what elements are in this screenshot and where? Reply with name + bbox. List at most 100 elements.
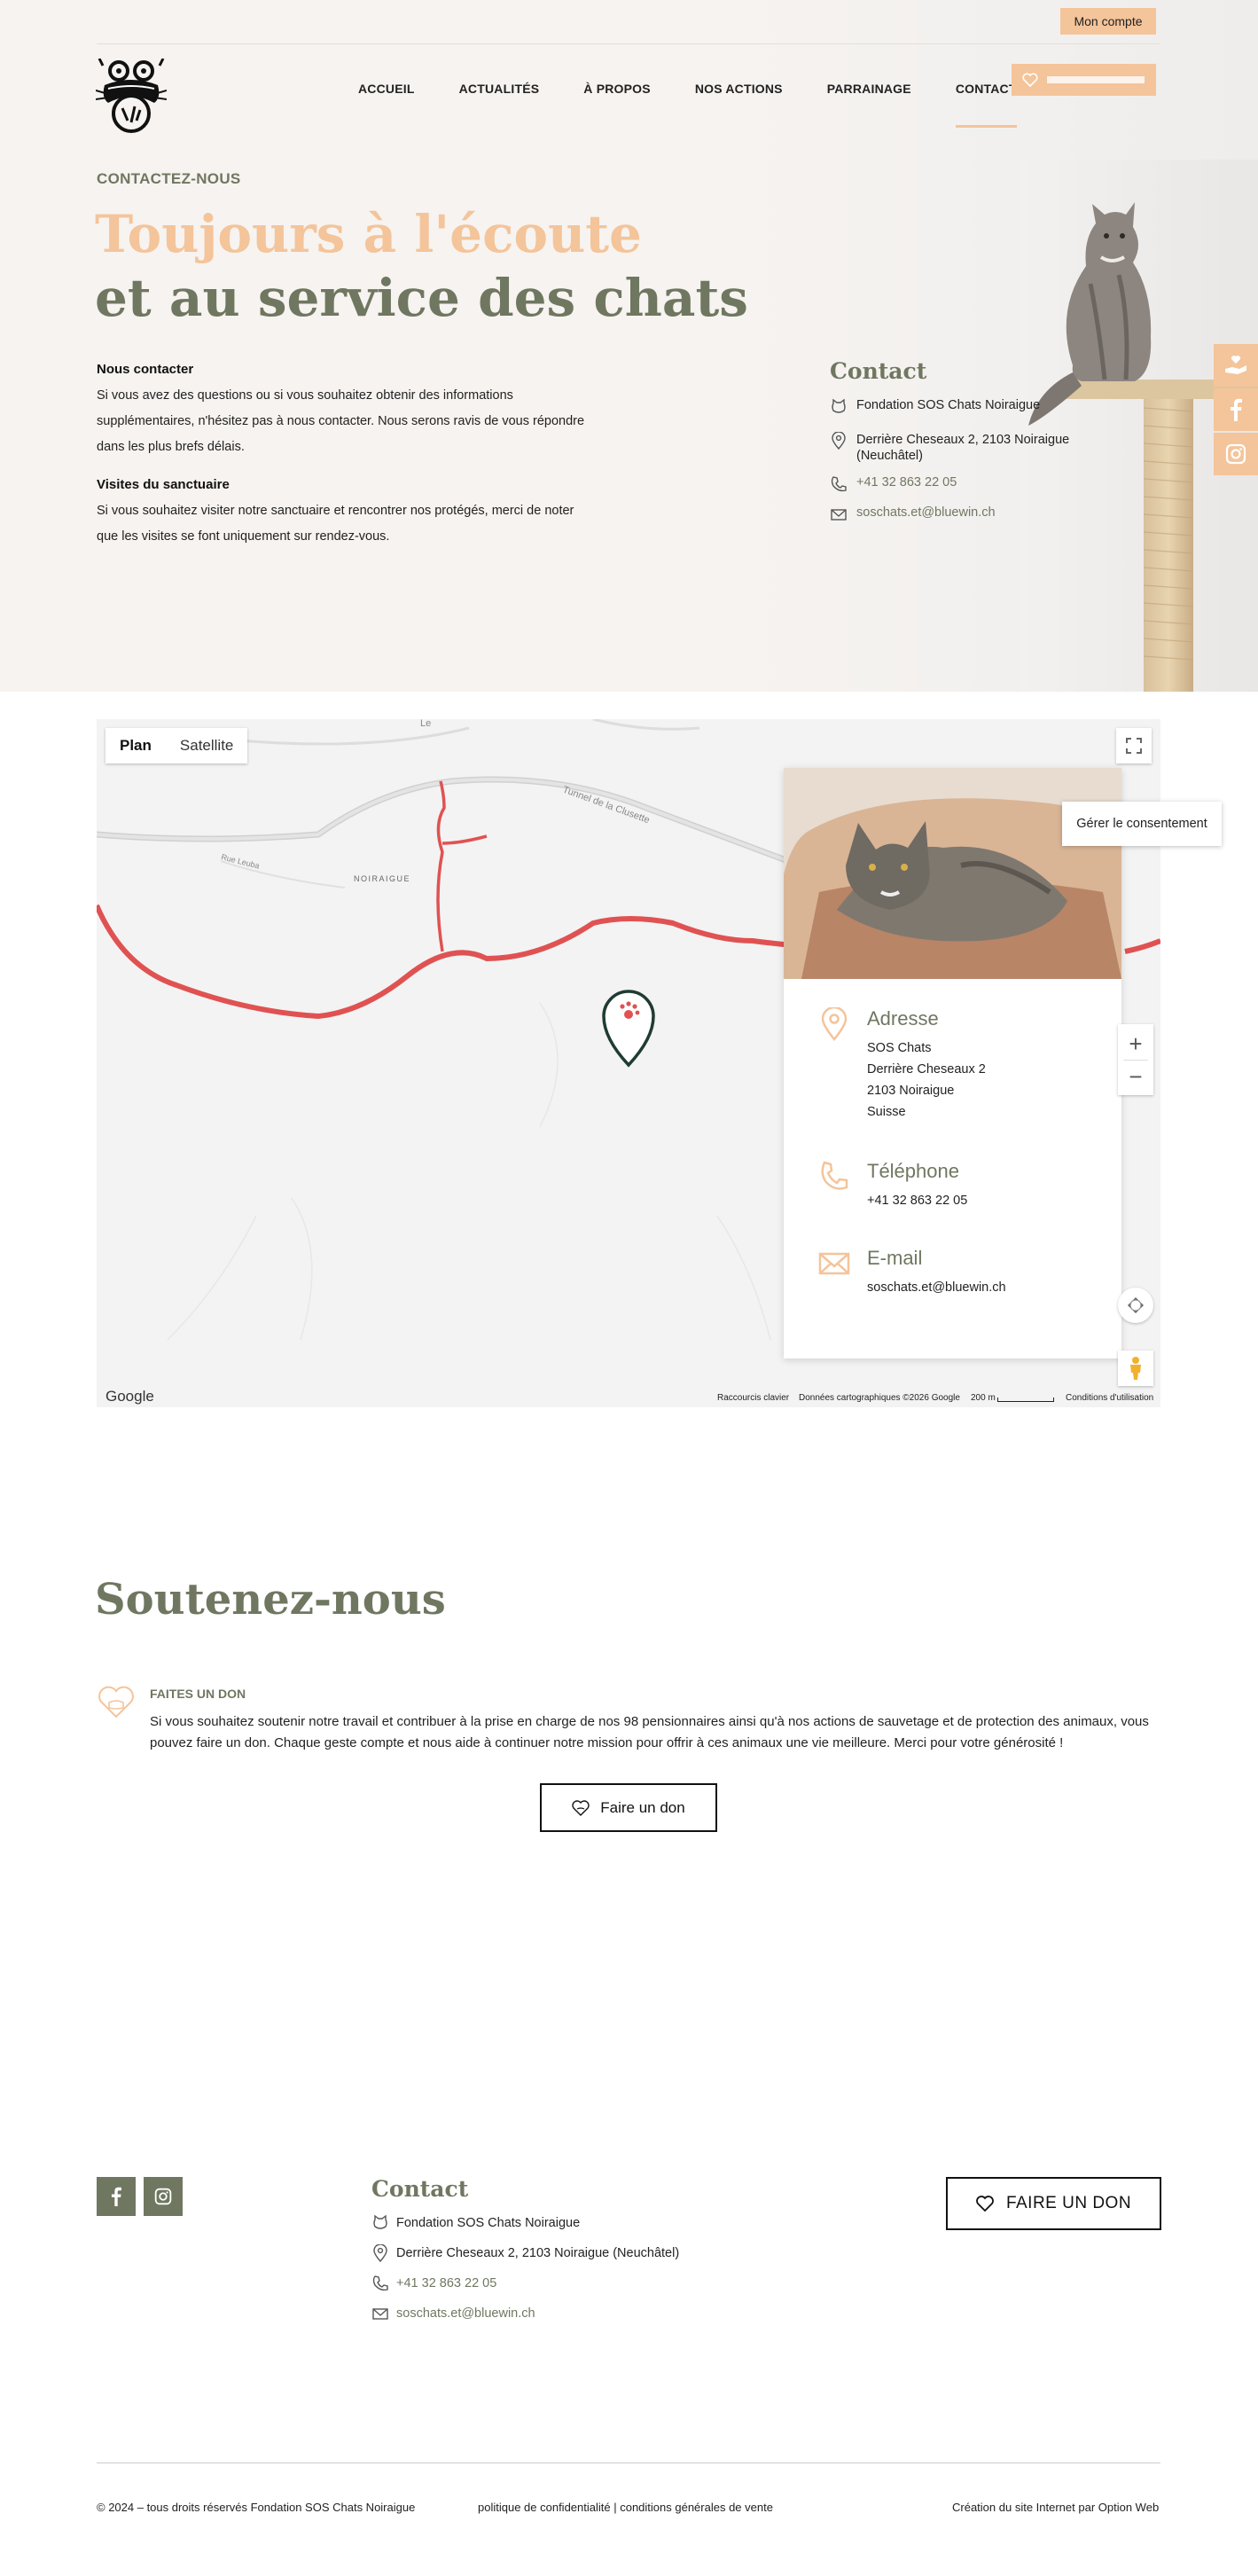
side-social-bar <box>1214 344 1258 477</box>
contact-email-row[interactable]: soschats.et@bluewin.ch <box>830 505 996 523</box>
contact-address-line1: Derrière Cheseaux 2, 2103 Noiraigue <box>856 433 1070 447</box>
card-address-line: 2103 Noiraigue <box>867 1084 955 1098</box>
map-attribution-bar: Google Raccourcis clavier Données cartog… <box>97 1388 1160 1407</box>
map-label-top: Le <box>420 719 431 729</box>
map-info-card: Adresse SOS Chats Derrière Cheseaux 2 21… <box>784 768 1121 1358</box>
nav-accueil[interactable]: ACCUEIL <box>358 82 415 96</box>
terms-link[interactable]: Conditions d'utilisation <box>1066 1393 1153 1403</box>
mail-icon <box>818 1252 850 1275</box>
card-phone[interactable]: +41 32 863 22 05 <box>867 1190 967 1211</box>
card-address-line: SOS Chats <box>867 1041 932 1055</box>
sos-chats-logo[interactable] <box>96 59 167 135</box>
visit-text: Si vous souhaitez visiter notre sanctuai… <box>97 504 574 544</box>
footer-donate-button[interactable]: FAIRE UN DON <box>946 2177 1161 2230</box>
footer-facebook-button[interactable] <box>97 2177 136 2216</box>
support-donate-label: Faire un don <box>600 1798 685 1816</box>
camera-control-button[interactable] <box>1118 1288 1153 1323</box>
heart-icon <box>1022 73 1038 87</box>
contact-address-line2: (Neuchâtel) <box>856 449 923 463</box>
nav-a-propos[interactable]: À PROPOS <box>583 82 651 96</box>
footer-copyright: © 2024 – tous droits réservés Fondation … <box>97 2501 416 2514</box>
google-map[interactable]: Tunnel de la Clusette NOIRAIGUE Rue Leub… <box>97 719 1160 1407</box>
hand-heart-icon <box>1225 356 1246 374</box>
consent-manager-button[interactable]: Gérer le consentement <box>1062 802 1222 846</box>
card-email[interactable]: soschats.et@bluewin.ch <box>867 1277 1006 1298</box>
facebook-icon <box>1231 398 1242 421</box>
card-email-title: E-mail <box>867 1247 923 1269</box>
side-instagram-button[interactable] <box>1214 433 1258 475</box>
card-address-line: Suisse <box>867 1105 906 1119</box>
nav-nos-actions[interactable]: NOS ACTIONS <box>695 82 783 96</box>
footer-instagram-button[interactable] <box>144 2177 183 2216</box>
card-phone-title: Téléphone <box>867 1160 959 1182</box>
footer-phone[interactable]: +41 32 863 22 05 <box>396 2276 496 2290</box>
keyboard-shortcuts-link[interactable]: Raccourcis clavier <box>717 1393 789 1403</box>
nav-actualites[interactable]: ACTUALITÉS <box>459 82 540 96</box>
support-title: Soutenez-nous <box>95 1575 446 1625</box>
footer-email-row[interactable]: soschats.et@bluewin.ch <box>371 2305 535 2322</box>
map-label-village: NOIRAIGUE <box>354 874 410 883</box>
zoom-in-button[interactable]: + <box>1129 1028 1142 1060</box>
street-view-button[interactable] <box>1118 1351 1153 1386</box>
zoom-controls: + − <box>1118 1024 1153 1095</box>
topbar-divider <box>97 43 1160 44</box>
map-type-plan[interactable]: Plan <box>105 728 166 763</box>
footer-phone-row[interactable]: +41 32 863 22 05 <box>371 2275 496 2292</box>
footer-credit[interactable]: Création du site Internet par Option Web <box>952 2501 1159 2514</box>
footer-org: Fondation SOS Chats Noiraigue <box>396 2216 581 2230</box>
mail-icon <box>372 2308 388 2320</box>
header-donate-button[interactable] <box>1012 64 1156 96</box>
instagram-icon <box>1225 443 1246 465</box>
main-navigation: ACCUEIL ACTUALITÉS À PROPOS NOS ACTIONS … <box>358 71 1061 128</box>
footer-divider <box>97 2462 1160 2463</box>
nav-contact[interactable]: CONTACT <box>955 82 1017 128</box>
cat-icon <box>832 398 846 413</box>
visit-heading: Visites du sanctuaire <box>97 477 230 492</box>
card-address-lines: SOS Chats Derrière Cheseaux 2 2103 Noira… <box>867 1037 986 1123</box>
side-donate-button[interactable] <box>1214 344 1258 387</box>
card-address-line: Derrière Cheseaux 2 <box>867 1062 986 1077</box>
zoom-out-button[interactable]: − <box>1129 1061 1142 1092</box>
facebook-icon <box>111 2187 121 2206</box>
heart-hand-icon <box>98 1686 134 1719</box>
page-title-line2: et au service des chats <box>95 268 748 328</box>
footer-donate-label: FAIRE UN DON <box>1005 2194 1132 2212</box>
card-email-section: E-mail soschats.et@bluewin.ch <box>817 1247 1006 1298</box>
contact-org-row: Fondation SOS Chats Noiraigue <box>830 398 1040 416</box>
heart-hand-icon <box>572 1799 590 1816</box>
contact-phone[interactable]: +41 32 863 22 05 <box>856 475 957 489</box>
map-type-satellite[interactable]: Satellite <box>166 728 247 763</box>
location-pin-icon <box>832 432 846 450</box>
support-subtitle: FAITES UN DON <box>150 1687 246 1701</box>
footer-org-row: Fondation SOS Chats Noiraigue <box>371 2214 580 2232</box>
card-address-title: Adresse <box>867 1007 939 1030</box>
footer-legal-links[interactable]: politique de confidentialité | condition… <box>478 2501 773 2514</box>
contact-heading: Nous contacter <box>97 362 194 377</box>
location-pin-icon <box>821 1007 848 1041</box>
footer-address: Derrière Cheseaux 2, 2103 Noiraigue (Neu… <box>396 2246 680 2260</box>
map-data-attribution: Données cartographiques ©2026 Google <box>799 1393 960 1403</box>
map-scale-label: 200 m <box>971 1393 996 1403</box>
location-pin-icon <box>373 2244 387 2262</box>
card-phone-section: Téléphone +41 32 863 22 05 <box>817 1160 967 1211</box>
fullscreen-icon <box>1126 738 1142 754</box>
contact-email[interactable]: soschats.et@bluewin.ch <box>856 505 996 520</box>
fullscreen-button[interactable] <box>1116 728 1152 763</box>
footer-contact-title: Contact <box>371 2176 469 2202</box>
footer-address-row: Derrière Cheseaux 2, 2103 Noiraigue (Neu… <box>371 2244 679 2262</box>
contact-box-title: Contact <box>830 358 927 384</box>
google-logo: Google <box>105 1388 154 1405</box>
account-button[interactable]: Mon compte <box>1060 8 1156 35</box>
side-facebook-button[interactable] <box>1214 388 1258 431</box>
support-donate-button[interactable]: Faire un don <box>540 1783 717 1832</box>
nav-parrainage[interactable]: PARRAINAGE <box>827 82 911 96</box>
pan-arrows-icon <box>1128 1297 1144 1313</box>
footer-email[interactable]: soschats.et@bluewin.ch <box>396 2306 535 2321</box>
contact-text: Si vous avez des questions ou si vous so… <box>97 388 585 454</box>
instagram-icon <box>154 2188 172 2205</box>
cat-on-bed-image <box>784 768 1121 979</box>
contact-phone-row[interactable]: +41 32 863 22 05 <box>830 475 957 493</box>
header-donate-label-placeholder <box>1047 76 1145 83</box>
map-type-toggle: Plan Satellite <box>105 728 248 763</box>
contact-org: Fondation SOS Chats Noiraigue <box>856 398 1041 412</box>
